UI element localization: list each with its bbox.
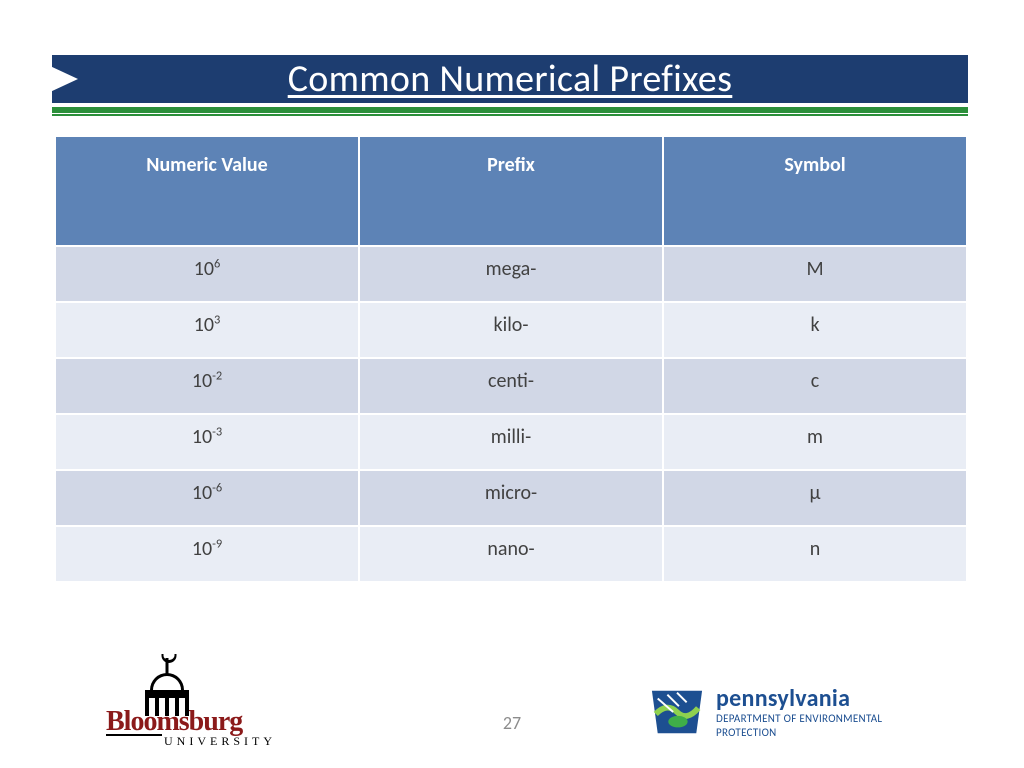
title-banner: Common Numerical Prefixes xyxy=(52,55,968,103)
divider-rule xyxy=(52,107,968,113)
cell-numeric-value: 10-9 xyxy=(55,526,359,582)
cell-prefix: milli- xyxy=(359,414,663,470)
prefix-table: Numeric Value Prefix Symbol 106 mega- M … xyxy=(54,135,968,583)
col-header-numeric-value: Numeric Value xyxy=(55,136,359,246)
cell-symbol: n xyxy=(663,526,967,582)
col-header-prefix: Prefix xyxy=(359,136,663,246)
cell-prefix: micro- xyxy=(359,470,663,526)
cell-prefix: mega- xyxy=(359,246,663,302)
header-row: Numeric Value Prefix Symbol xyxy=(55,136,967,246)
logo-subtitle: UNIVERSITY xyxy=(164,734,276,749)
cell-prefix: kilo- xyxy=(359,302,663,358)
table-row: 10-6 micro- μ xyxy=(55,470,967,526)
cell-prefix: centi- xyxy=(359,358,663,414)
table-row: 103 kilo- k xyxy=(55,302,967,358)
cell-numeric-value: 10-6 xyxy=(55,470,359,526)
bloomsburg-university-logo: Bloomsburg UNIVERSITY xyxy=(100,660,350,750)
pa-dep-logo: pennsylvania DEPARTMENT OF ENVIRONMENTAL… xyxy=(648,672,968,752)
cell-symbol: k xyxy=(663,302,967,358)
logo-name: pennsylvania xyxy=(716,686,882,711)
col-header-symbol: Symbol xyxy=(663,136,967,246)
cell-symbol: c xyxy=(663,358,967,414)
cell-prefix: nano- xyxy=(359,526,663,582)
logo-dept-line1: DEPARTMENT OF ENVIRONMENTAL xyxy=(716,713,882,725)
table-row: 10-9 nano- n xyxy=(55,526,967,582)
table-row: 10-2 centi- c xyxy=(55,358,967,414)
cell-symbol: M xyxy=(663,246,967,302)
cell-symbol: μ xyxy=(663,470,967,526)
cell-numeric-value: 106 xyxy=(55,246,359,302)
cell-numeric-value: 10-2 xyxy=(55,358,359,414)
table-row: 10-3 milli- m xyxy=(55,414,967,470)
logo-dept-line2: PROTECTION xyxy=(716,727,882,739)
cell-numeric-value: 103 xyxy=(55,302,359,358)
table-row: 106 mega- M xyxy=(55,246,967,302)
keystone-icon xyxy=(648,685,706,739)
cell-symbol: m xyxy=(663,414,967,470)
arrow-right-icon xyxy=(50,66,78,92)
slide-title: Common Numerical Prefixes xyxy=(288,56,733,102)
cell-numeric-value: 10-3 xyxy=(55,414,359,470)
